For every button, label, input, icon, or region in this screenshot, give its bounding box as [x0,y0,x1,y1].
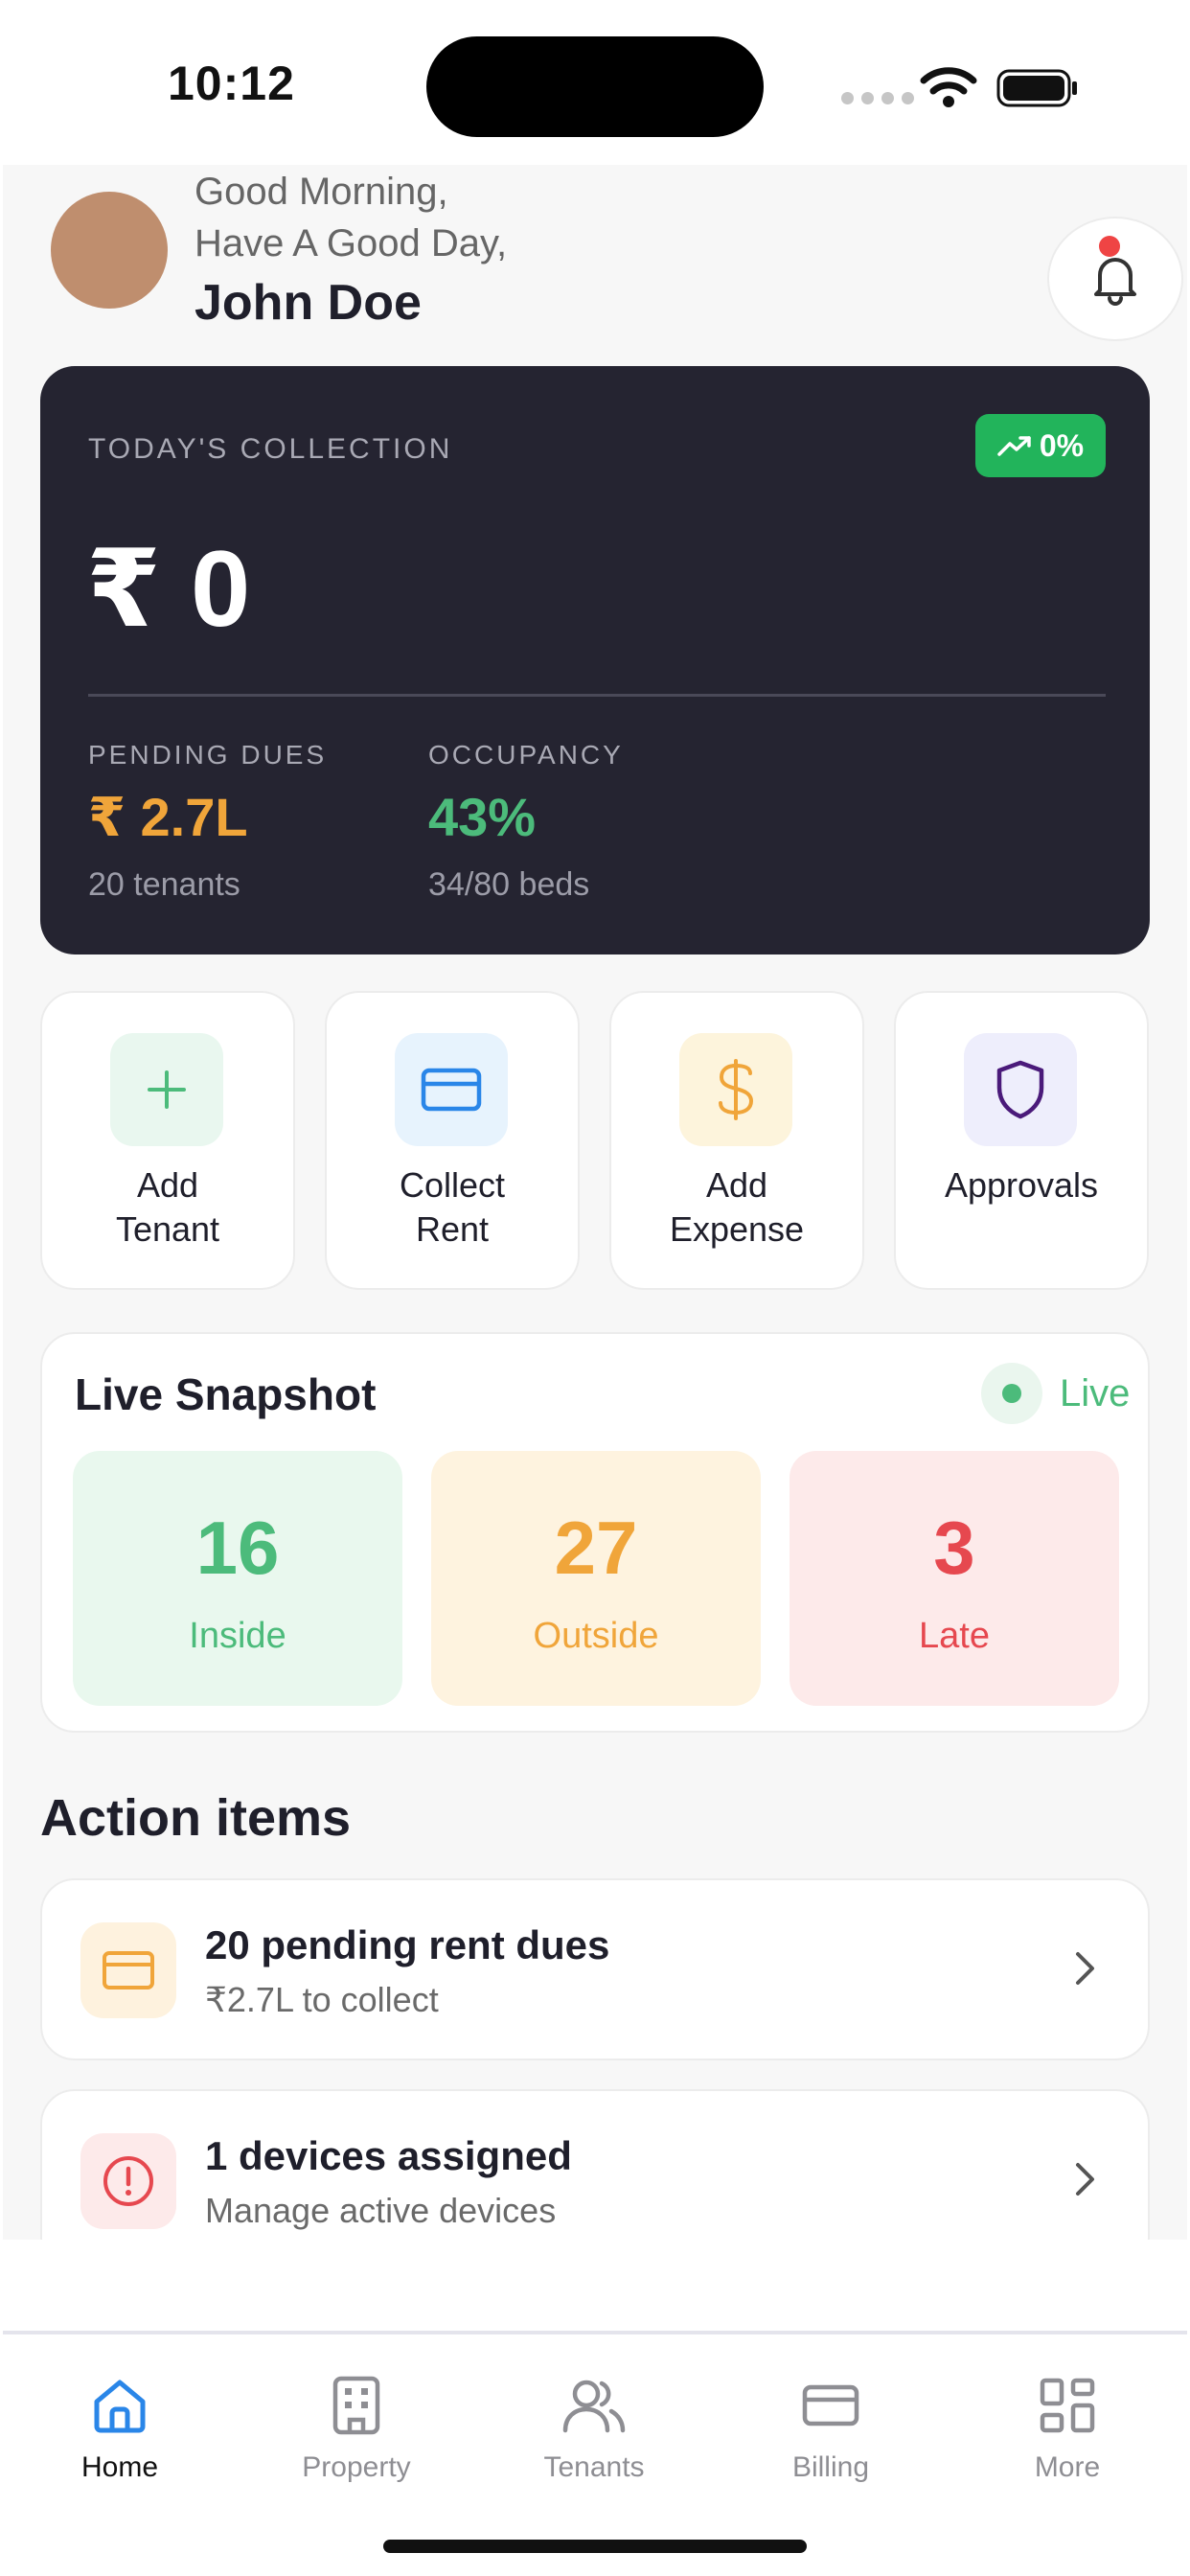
tab-property[interactable]: Property [261,2369,452,2484]
action-item-subtitle: ₹2.7L to collect [205,1980,439,2019]
stat-outside[interactable]: 27 Outside [431,1451,761,1706]
trending-up-icon [997,436,1031,456]
todays-collection-card[interactable]: TODAY'S COLLECTION 0% ₹ 0 PENDING DUES ₹… [40,366,1150,954]
grid-icon [1040,2378,1095,2433]
stat-label: Late [919,1616,990,1656]
quick-action-label: Rent [415,1209,490,1249]
status-bar: 10:12 [0,0,1190,165]
collection-title: TODAY'S COLLECTION [88,433,453,465]
tab-more[interactable]: More [972,2369,1163,2484]
pending-dues-value: ₹ 2.7L [88,787,248,847]
quick-action-label: Tenant [115,1209,220,1249]
avatar[interactable] [51,192,168,309]
trend-value: 0% [1039,427,1085,463]
status-time: 10:12 [168,57,295,110]
notifications-button[interactable] [1047,217,1187,343]
tab-label: Property [302,2451,411,2483]
tab-billing[interactable]: Billing [735,2369,927,2484]
home-indicator[interactable] [383,2540,807,2553]
occupancy-sub: 34/80 beds [428,866,590,903]
occupancy-value: 43% [428,787,537,847]
quick-action-label: Approvals [944,1165,1099,1205]
live-indicator: Live [981,1363,1130,1424]
pending-dues-sub: 20 tenants [88,866,240,903]
credit-card-icon [103,1951,154,1990]
greeting-line-1: Good Morning, [195,171,448,213]
action-item-subtitle: Manage active devices [205,2191,557,2230]
action-items-title: Action items [40,1789,352,1847]
stat-value: 27 [554,1506,638,1590]
dollar-icon [719,1059,754,1120]
tab-label: Billing [791,2451,870,2483]
battery-icon [996,69,1077,107]
alert-circle-icon [103,2156,153,2206]
occupancy-label: OCCUPANCY [428,740,624,770]
stat-label: Outside [533,1616,659,1656]
tab-label: More [1034,2451,1101,2483]
quick-action-label: Collect [399,1165,506,1205]
action-item-title: 1 devices assigned [205,2133,572,2178]
shield-icon [996,1060,1044,1119]
bell-icon [1094,258,1136,306]
chevron-right-icon [1076,2163,1094,2196]
credit-card-icon [802,2384,859,2426]
quick-action-label: Add [136,1165,199,1205]
pending-dues-label: PENDING DUES [88,740,328,770]
plus-icon [148,1070,186,1109]
divider [88,694,1106,697]
add-tenant-button[interactable]: Add Tenant [40,991,295,1290]
greeting-line-2: Have A Good Day, [195,222,508,264]
dynamic-island [426,36,764,137]
live-dot-icon [1002,1384,1021,1403]
quick-action-label: Add [705,1165,768,1205]
snapshot-title: Live Snapshot [75,1369,377,1419]
live-snapshot-card: Live Snapshot Live 16 Inside 27 Outside … [40,1332,1150,1733]
user-name: John Doe [195,275,422,331]
action-item-devices[interactable]: 1 devices assigned Manage active devices [40,2089,1150,2240]
trend-badge: 0% [975,414,1106,477]
stat-late[interactable]: 3 Late [790,1451,1119,1706]
stat-value: 16 [195,1506,280,1590]
add-expense-button[interactable]: Add Expense [609,991,864,1290]
approvals-button[interactable]: Approvals [894,991,1149,1290]
stat-value: 3 [933,1506,975,1590]
credit-card-icon [421,1068,482,1112]
cellular-signal-icon [841,92,914,104]
building-icon [332,2376,380,2435]
collection-amount: ₹ 0 [86,529,251,649]
quick-action-label: Expense [669,1209,805,1249]
home-content[interactable]: Good Morning, Have A Good Day, John Doe … [3,165,1187,2240]
home-icon [94,2380,146,2433]
tab-tenants[interactable]: Tenants [498,2369,690,2484]
tab-label: Tenants [543,2451,645,2483]
stat-label: Inside [189,1616,286,1656]
tab-label: Home [80,2451,159,2483]
chevron-right-icon [1076,1952,1094,1985]
collect-rent-button[interactable]: Collect Rent [325,991,580,1290]
notification-badge [1099,236,1120,257]
action-item-title: 20 pending rent dues [205,1922,610,1967]
tab-home[interactable]: Home [24,2369,216,2484]
wifi-icon [920,67,977,107]
action-item-pending-rent[interactable]: 20 pending rent dues ₹2.7L to collect [40,1878,1150,2060]
live-label: Live [1060,1371,1131,1414]
stat-inside[interactable]: 16 Inside [73,1451,402,1706]
users-icon [562,2380,626,2433]
